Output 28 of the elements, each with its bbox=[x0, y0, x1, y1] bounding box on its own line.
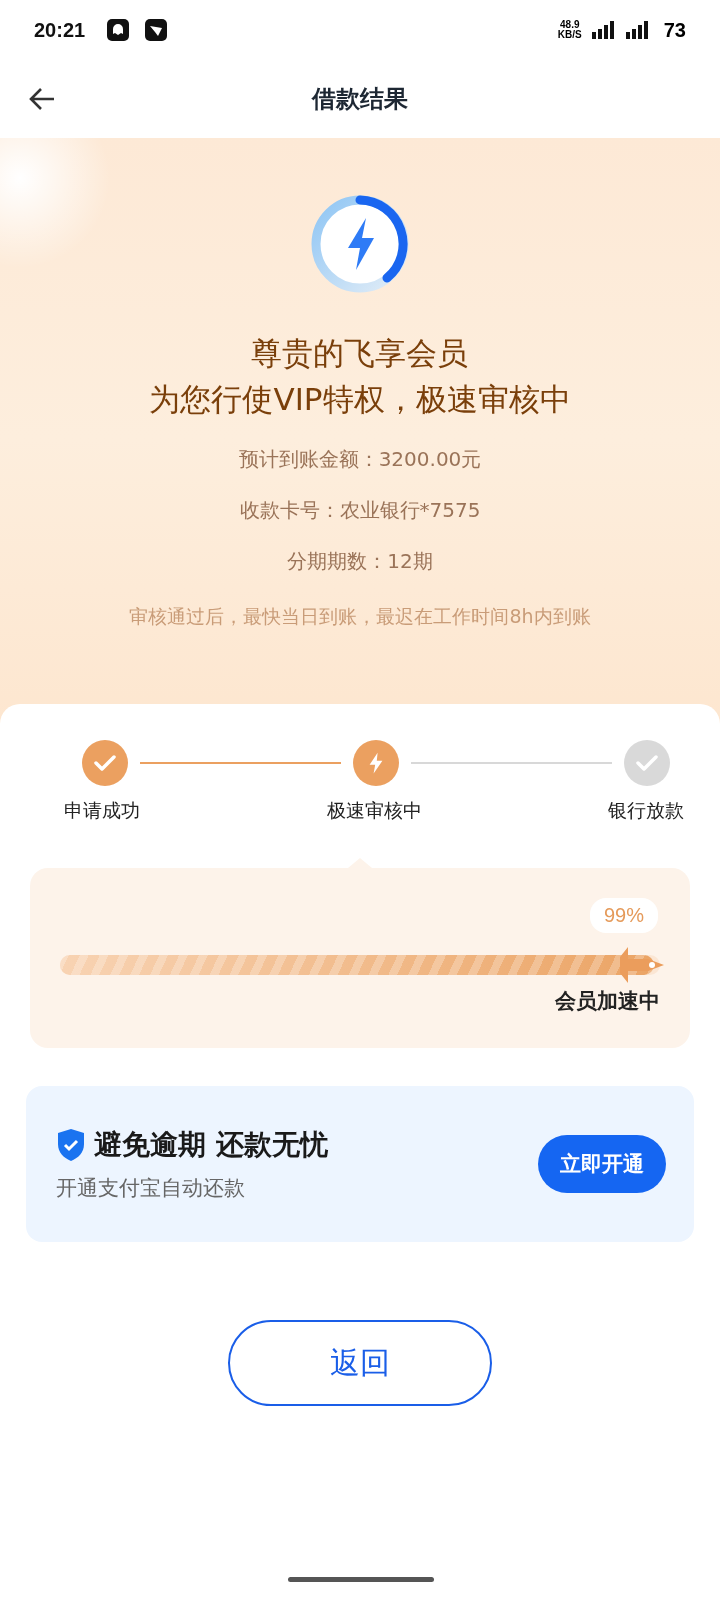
step-label: 银行放款 bbox=[608, 798, 684, 823]
hero-headline: 尊贵的飞享会员 为您行使VIP特权，极速审核中 bbox=[149, 334, 571, 419]
network-speed: 48.9 KB/S bbox=[557, 20, 582, 40]
step-label: 申请成功 bbox=[64, 798, 140, 823]
check-icon bbox=[93, 754, 117, 772]
status-time: 20:21 bbox=[34, 18, 86, 42]
back-icon[interactable] bbox=[28, 87, 56, 111]
app-notification-icon bbox=[145, 19, 168, 41]
progress-caption: 会员加速中 bbox=[555, 988, 660, 1015]
arrival-note: 审核通过后，最快当日到账，最迟在工作时间8h内到账 bbox=[129, 604, 591, 629]
detail-line: 预计到账金额：3200.00元 bbox=[238, 446, 482, 472]
step-label: 极速审核中 bbox=[326, 798, 422, 823]
battery-level: 73 bbox=[663, 18, 686, 42]
signal-icon bbox=[623, 21, 650, 39]
page-title: 借款结果 bbox=[312, 84, 408, 115]
return-button[interactable]: 返回 bbox=[228, 1320, 492, 1406]
check-icon bbox=[635, 754, 659, 772]
lightning-badge-icon bbox=[310, 194, 410, 294]
shield-check-icon bbox=[56, 1128, 86, 1162]
signal-icon bbox=[589, 21, 616, 39]
detail-line: 分期期数：12期 bbox=[287, 548, 433, 574]
promo-subtitle: 开通支付宝自动还款 bbox=[56, 1175, 246, 1202]
lightning-icon bbox=[368, 751, 384, 775]
activate-button[interactable]: 立即开通 bbox=[538, 1135, 666, 1193]
promo-title: 避免逾期 还款无忧 bbox=[94, 1127, 328, 1163]
app-notification-icon bbox=[107, 19, 130, 41]
progress-percent: 99% bbox=[589, 898, 658, 933]
detail-line: 收款卡号：农业银行*7575 bbox=[239, 497, 481, 523]
